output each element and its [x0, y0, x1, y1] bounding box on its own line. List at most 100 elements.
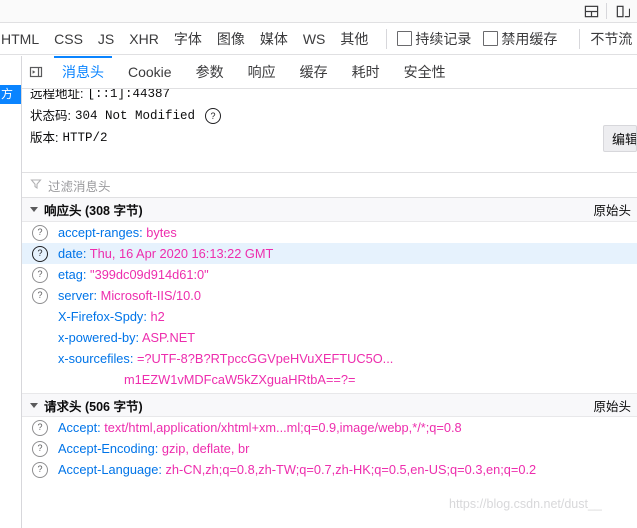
header-row[interactable]: X-Firefox-Spdy: h2	[22, 306, 637, 327]
edit-and-resend-button[interactable]: 编辑和重发	[603, 125, 637, 152]
header-row[interactable]: ? Accept-Encoding: gzip, deflate, br	[22, 438, 637, 459]
header-help-slot: ?	[30, 417, 58, 438]
http-version-label: 版本:	[30, 131, 59, 145]
question-circle-icon[interactable]: ?	[32, 224, 48, 241]
header-value: Microsoft-IIS/10.0	[100, 288, 201, 303]
header-row[interactable]: ? Accept: text/html,application/xhtml+xm…	[22, 417, 637, 438]
header-value: ASP.NET	[141, 330, 196, 345]
http-version-value: HTTP/2	[62, 131, 108, 145]
question-circle-icon[interactable]: ?	[32, 461, 48, 478]
header-row[interactable]: ? date: Thu, 16 Apr 2020 16:13:22 GMT	[22, 243, 637, 264]
header-key: accept-ranges:	[58, 225, 143, 240]
checkbox-box[interactable]	[483, 31, 499, 46]
question-circle-icon[interactable]: ?	[32, 419, 48, 436]
throttle-dropdown[interactable]: 不节流	[590, 29, 632, 49]
devtools-toolbar-strip	[0, 0, 637, 23]
question-circle-icon[interactable]: ?	[32, 266, 48, 283]
header-key-value: date: Thu, 16 Apr 2020 16:13:22 GMT	[58, 243, 637, 264]
header-value: h2	[150, 309, 165, 324]
request-raw-headers-toggle[interactable]: 原始头	[593, 396, 631, 415]
http-version-line: 版本: HTTP/2	[30, 127, 637, 149]
response-raw-headers-toggle[interactable]: 原始头	[593, 200, 631, 219]
toolbar-divider	[579, 28, 581, 49]
question-circle-icon[interactable]: ?	[32, 440, 48, 457]
remote-address-value: [::1]:44387	[87, 89, 170, 101]
tab-params[interactable]: 参数	[184, 56, 236, 88]
header-value: gzip, deflate, br	[161, 441, 250, 456]
header-row[interactable]: ? etag: "399dc09d914d61:0"	[22, 264, 637, 285]
header-row[interactable]: ? Accept-Language: zh-CN,zh;q=0.8,zh-TW;…	[22, 459, 637, 480]
header-key-value: Accept-Language: zh-CN,zh;q=0.8,zh-TW;q=…	[58, 459, 637, 480]
persist-logs-label: 持续记录	[415, 30, 472, 47]
header-key: x-powered-by:	[58, 330, 140, 345]
filter-type-other[interactable]: 其他	[333, 27, 375, 51]
header-value: Thu, 16 Apr 2020 16:13:22 GMT	[89, 246, 274, 261]
filter-type-ws[interactable]: WS	[296, 29, 333, 49]
header-help-slot: ?	[30, 438, 58, 459]
checkbox-box[interactable]	[397, 31, 413, 46]
header-key: date:	[58, 246, 87, 261]
header-key: x-sourcefiles:	[58, 351, 134, 366]
status-code-value: 304 Not Modified	[74, 109, 196, 123]
tab-response[interactable]: 响应	[236, 56, 288, 88]
header-value: text/html,application/xhtml+xm...ml;q=0.…	[104, 420, 462, 435]
header-key-value: x-sourcefiles: =?UTF-8?B?RTpccGGVpeHVuXE…	[58, 348, 637, 369]
request-headers-title: 请求头 (506 字节)	[44, 399, 143, 414]
filter-type-image[interactable]: 图像	[210, 27, 252, 51]
header-key-value: accept-ranges: bytes	[58, 222, 637, 243]
filter-icon	[30, 178, 42, 193]
tab-cache[interactable]: 缓存	[288, 56, 340, 88]
question-circle-icon[interactable]: ?	[32, 245, 48, 262]
header-row[interactable]: ? accept-ranges: bytes	[22, 222, 637, 243]
request-summary: 远程地址: [::1]:44387 状态码: 304 Not Modified …	[22, 89, 637, 173]
chevron-down-icon[interactable]	[30, 207, 38, 212]
split-panel-icon[interactable]	[576, 0, 606, 22]
question-circle-icon[interactable]: ?	[205, 108, 222, 124]
tab-headers[interactable]: 消息头	[50, 56, 116, 88]
filter-type-css[interactable]: CSS	[47, 29, 90, 49]
request-list-row-selected[interactable]: 方	[0, 85, 21, 104]
header-value-continuation: m1EZW1vMDFcaW5kZXguaHRtbA==?=	[124, 372, 356, 387]
header-help-slot: ?	[30, 243, 58, 264]
toggle-panel-icon[interactable]	[22, 56, 50, 88]
request-list-column[interactable]: 方	[0, 56, 22, 528]
tab-timings[interactable]: 耗时	[340, 56, 392, 88]
header-key-value: X-Firefox-Spdy: h2	[58, 306, 637, 327]
filter-type-media[interactable]: 媒体	[253, 27, 295, 51]
toolbar-divider	[386, 28, 388, 49]
header-row[interactable]: x-sourcefiles: =?UTF-8?B?RTpccGGVpeHVuXE…	[22, 348, 637, 369]
persist-logs-checkbox[interactable]: 持续记录	[397, 29, 471, 49]
filter-type-js[interactable]: JS	[91, 29, 121, 49]
header-filter-placeholder: 过滤消息头	[48, 179, 111, 194]
header-key: Accept-Language:	[58, 462, 162, 477]
header-filter-input[interactable]: 过滤消息头	[22, 173, 637, 198]
header-help-slot: ?	[30, 459, 58, 480]
header-help-slot: ?	[30, 222, 58, 243]
header-value: =?UTF-8?B?RTpccGGVpeHVuXEFTUC5O...	[136, 351, 394, 366]
header-key: X-Firefox-Spdy:	[58, 309, 147, 324]
remote-address-label: 远程地址:	[30, 89, 84, 101]
filter-type-html[interactable]: HTML	[0, 29, 46, 49]
tab-cookie[interactable]: Cookie	[116, 56, 184, 88]
header-help-slot	[30, 306, 58, 327]
disable-cache-checkbox[interactable]: 禁用缓存	[483, 29, 557, 49]
tab-security[interactable]: 安全性	[392, 56, 458, 88]
status-code-label: 状态码:	[30, 109, 71, 123]
detail-tab-bar: 消息头 Cookie 参数 响应 缓存 耗时 安全性	[22, 56, 637, 89]
chevron-down-icon[interactable]	[30, 402, 38, 408]
header-key-value: etag: "399dc09d914d61:0"	[58, 264, 637, 285]
header-value: bytes	[146, 225, 177, 240]
request-detail-pane: 消息头 Cookie 参数 响应 缓存 耗时 安全性 远程地址: [::1]:4…	[22, 56, 637, 528]
question-circle-icon[interactable]: ?	[32, 287, 48, 304]
toolbar-window-controls	[576, 0, 637, 22]
header-row[interactable]: ? server: Microsoft-IIS/10.0	[22, 285, 637, 306]
header-row[interactable]: x-powered-by: ASP.NET	[22, 327, 637, 348]
filter-type-xhr[interactable]: XHR	[122, 29, 166, 49]
header-key: Accept-Encoding:	[58, 441, 159, 456]
disable-cache-label: 禁用缓存	[501, 30, 558, 47]
request-headers-section-header[interactable]: 请求头 (506 字节) 原始头	[22, 393, 637, 417]
responsive-device-icon[interactable]	[607, 0, 637, 22]
header-key: server:	[58, 288, 98, 303]
filter-type-font[interactable]: 字体	[167, 27, 209, 51]
response-headers-section-header[interactable]: 响应头 (308 字节) 原始头	[22, 198, 637, 222]
